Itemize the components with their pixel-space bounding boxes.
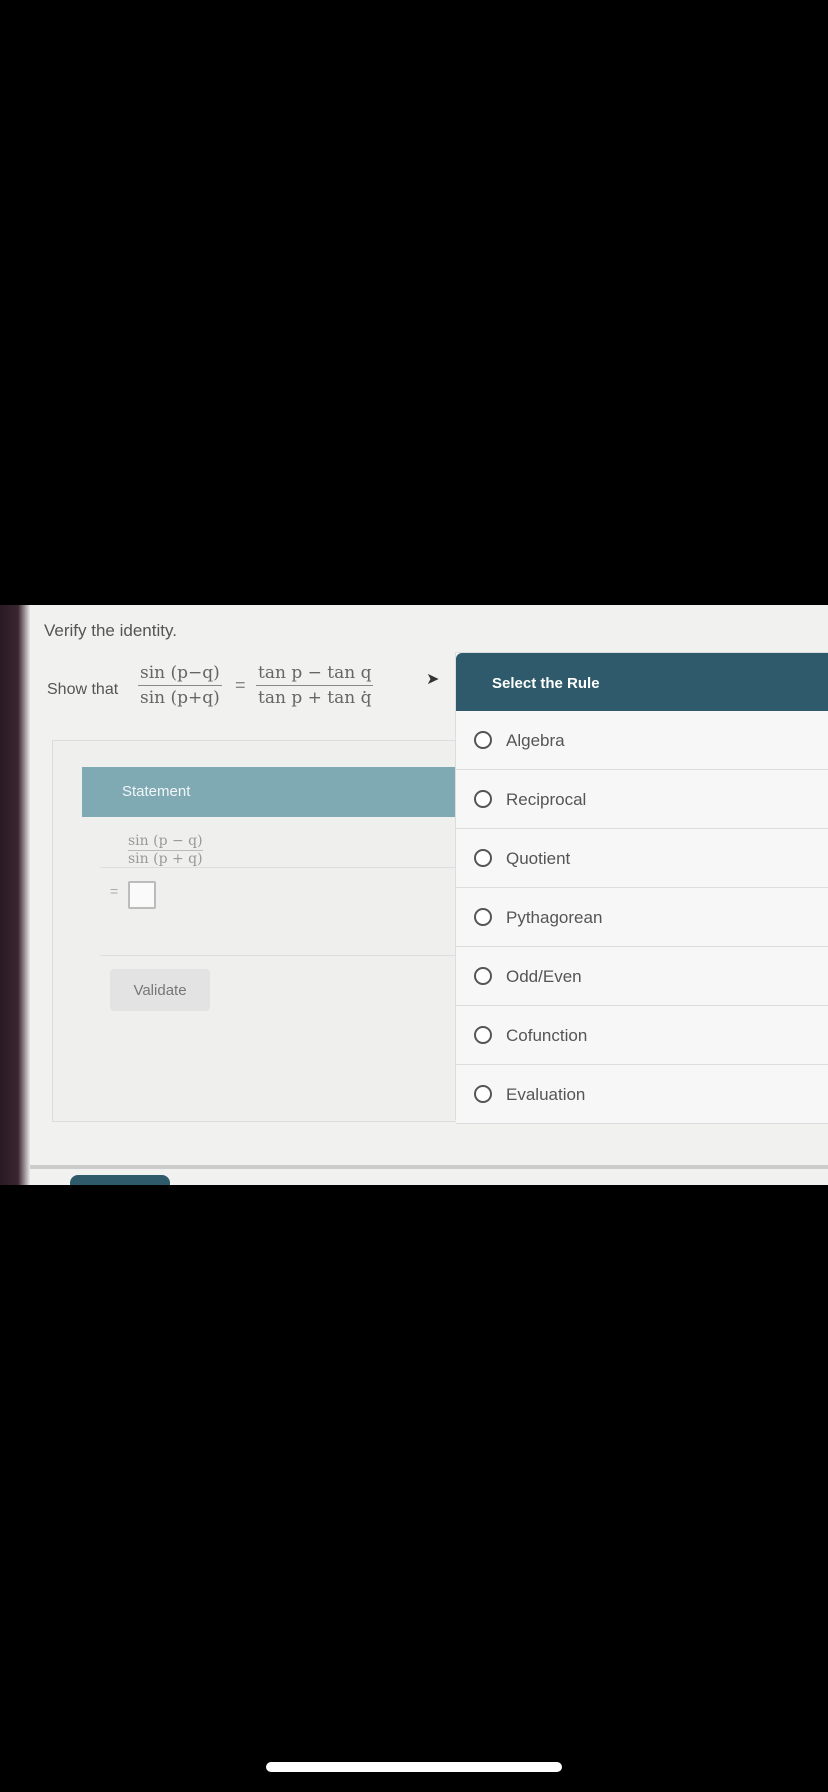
- identity-period: .: [362, 677, 368, 697]
- rule-option-label: Pythagorean: [506, 908, 603, 927]
- statement-expression: sin (p − q) sin (p + q): [128, 833, 203, 867]
- rule-option-pythagorean[interactable]: Pythagorean: [456, 888, 828, 947]
- identity-rhs: tan p − tan q tan p + tan q: [256, 663, 374, 708]
- bottom-tab[interactable]: [70, 1175, 170, 1185]
- radio-icon[interactable]: [474, 731, 492, 749]
- rule-option-quotient[interactable]: Quotient: [456, 829, 828, 888]
- lhs-numerator: sin (p−q): [138, 663, 222, 686]
- radio-icon[interactable]: [474, 908, 492, 926]
- rule-option-label: Odd/Even: [506, 967, 582, 986]
- rhs-numerator: tan p − tan q: [256, 663, 374, 686]
- show-that-label: Show that: [47, 681, 119, 698]
- rule-option-label: Cofunction: [506, 1026, 588, 1045]
- statement-header: Statement: [82, 767, 457, 817]
- rule-option-label: Algebra: [506, 731, 565, 750]
- row-divider: [100, 955, 460, 956]
- rule-option-label: Reciprocal: [506, 790, 587, 809]
- radio-icon[interactable]: [474, 967, 492, 985]
- rule-option-cofunction[interactable]: Cofunction: [456, 1006, 828, 1065]
- statement-denominator: sin (p + q): [128, 851, 203, 867]
- rhs-denominator: tan p + tan q: [258, 688, 372, 708]
- statement-header-label: Statement: [122, 783, 191, 800]
- identity-lhs: sin (p−q) sin (p+q): [138, 663, 222, 708]
- statement-numerator: sin (p − q): [128, 833, 203, 851]
- radio-icon[interactable]: [474, 790, 492, 808]
- home-indicator[interactable]: [266, 1762, 562, 1772]
- select-rule-panel: Select the Rule Algebra Reciprocal Quoti…: [455, 652, 828, 1124]
- rule-option-label: Evaluation: [506, 1085, 586, 1104]
- rule-option-label: Quotient: [506, 849, 571, 868]
- screen: Verify the identity. Show that sin (p−q)…: [0, 605, 828, 1185]
- rule-option-algebra[interactable]: Algebra: [456, 711, 828, 770]
- select-rule-title: Select the Rule: [492, 675, 600, 692]
- select-rule-header: Select the Rule: [456, 653, 828, 711]
- lhs-denominator: sin (p+q): [140, 688, 220, 708]
- screen-edge: [0, 605, 30, 1185]
- bottom-divider: [30, 1165, 828, 1169]
- radio-icon[interactable]: [474, 849, 492, 867]
- rule-option-odd-even[interactable]: Odd/Even: [456, 947, 828, 1006]
- mouse-cursor-icon: ➤: [426, 671, 440, 688]
- validate-button[interactable]: Validate: [110, 969, 210, 1011]
- rule-option-reciprocal[interactable]: Reciprocal: [456, 770, 828, 829]
- prompt-text: Verify the identity.: [44, 621, 177, 640]
- radio-icon[interactable]: [474, 1026, 492, 1044]
- identity-equals: =: [235, 675, 246, 695]
- answer-input-box[interactable]: [128, 881, 156, 909]
- radio-icon[interactable]: [474, 1085, 492, 1103]
- rule-option-evaluation[interactable]: Evaluation: [456, 1065, 828, 1124]
- row-divider: [100, 867, 460, 868]
- answer-equals: =: [110, 883, 119, 899]
